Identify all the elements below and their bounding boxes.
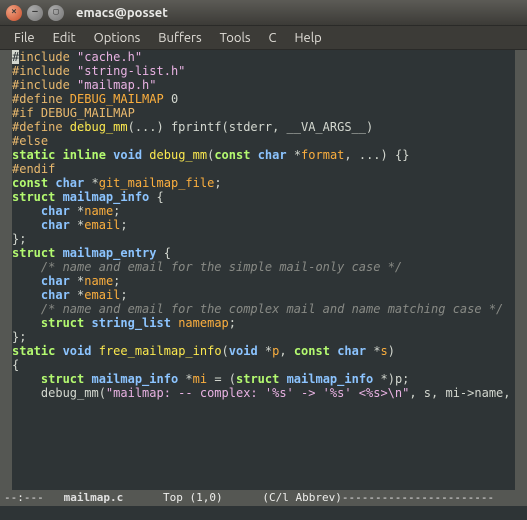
modeline: --:--- mailmap.c Top (1,0) (C/l Abbrev)-… [0,490,527,506]
menubar: FileEditOptionsBuffersToolsCHelp [0,26,527,50]
code-line: static void free_mailmap_info(void *p, c… [12,344,513,358]
code-line: char *name; [12,204,513,218]
modeline-dashes: ----------------------- [342,491,494,504]
code-line: #if DEBUG_MAILMAP [12,106,513,120]
code-line: /* name and email for the simple mail-on… [12,260,513,274]
code-line: #define debug_mm(...) fprintf(stderr, __… [12,120,513,134]
code-line: char *email; [12,288,513,302]
code-line: struct mailmap_info *mi = (struct mailma… [12,372,513,386]
titlebar: × – ▢ emacs@posset [0,0,527,26]
window-title: emacs@posset [76,6,168,20]
code-line: }; [12,232,513,246]
code-line: static inline void debug_mm(const char *… [12,148,513,162]
code-line: }; [12,330,513,344]
fringe-left [0,50,12,490]
menu-edit[interactable]: Edit [45,29,84,47]
editor[interactable]: #include "cache.h"#include "string-list.… [0,50,527,490]
code-line: #else [12,134,513,148]
menu-buffers[interactable]: Buffers [150,29,209,47]
code-line: char *name; [12,274,513,288]
code-line: { [12,358,513,372]
menu-c[interactable]: C [261,29,285,47]
code-line: #include "cache.h" [12,50,513,64]
code-line: #include "mailmap.h" [12,78,513,92]
modeline-buffer-name: mailmap.c [64,491,124,504]
buffer[interactable]: #include "cache.h"#include "string-list.… [12,50,515,490]
modeline-position: Top (1,0) [163,491,223,504]
code-line: /* name and email for the complex mail a… [12,302,513,316]
code-line: struct string_list namemap; [12,316,513,330]
fringe-right [515,50,527,490]
modeline-modes: (C/l Abbrev) [262,491,341,504]
menu-options[interactable]: Options [86,29,149,47]
code-line: char *email; [12,218,513,232]
close-button[interactable]: × [6,5,22,21]
maximize-button[interactable]: ▢ [48,5,64,21]
code-line: #include "string-list.h" [12,64,513,78]
code-line: debug_mm("mailmap: -- complex: '%s' -> '… [12,386,513,400]
code-line: const char *git_mailmap_file; [12,176,513,190]
minimize-button[interactable]: – [27,5,43,21]
window-controls: × – ▢ [6,5,64,21]
menu-tools[interactable]: Tools [212,29,259,47]
code-line: #endif [12,162,513,176]
menu-file[interactable]: File [6,29,43,47]
code-line: #define DEBUG_MAILMAP 0 [12,92,513,106]
code-line: struct mailmap_entry { [12,246,513,260]
code-line: struct mailmap_info { [12,190,513,204]
modeline-status: --:--- [4,491,44,504]
minibuffer[interactable] [0,506,527,520]
menu-help[interactable]: Help [286,29,329,47]
